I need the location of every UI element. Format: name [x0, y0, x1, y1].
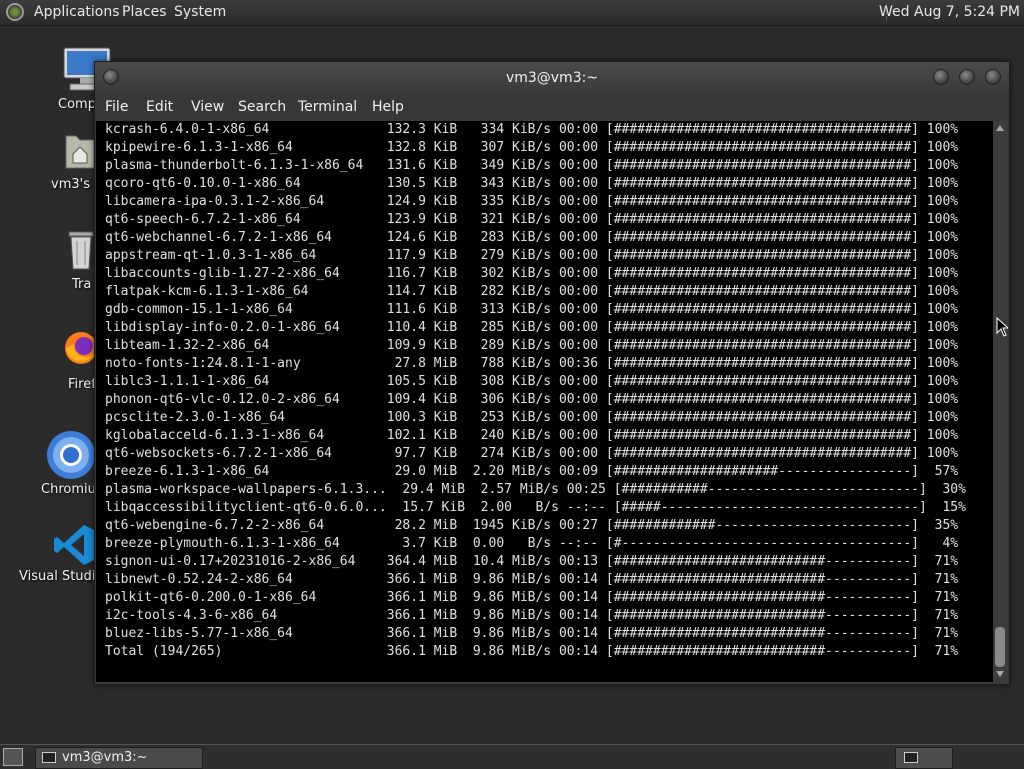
terminal-line: plasma-thunderbolt-6.1.3-1-x86_64 131.6 … — [105, 158, 959, 173]
minimize-button[interactable] — [933, 69, 949, 85]
terminal-line: kcrash-6.4.0-1-x86_64 132.3 KiB 334 KiB/… — [105, 122, 959, 137]
vscode-icon — [54, 525, 94, 565]
terminal-line: qt6-webchannel-6.7.2-1-x86_64 124.6 KiB … — [105, 230, 959, 245]
places-menu[interactable]: Places — [122, 4, 167, 20]
workspace-switcher[interactable] — [895, 747, 953, 769]
mouse-pointer-icon — [996, 317, 1008, 337]
terminal-line: kglobalacceld-6.1.3-1-x86_64 102.1 KiB 2… — [105, 428, 959, 443]
terminal-line: gdb-common-15.1-1-x86_64 111.6 KiB 313 K… — [105, 302, 959, 317]
terminal-lines: kcrash-6.4.0-1-x86_64 132.3 KiB 334 KiB/… — [105, 121, 966, 661]
terminal-line: liblc3-1.1.1-1-x86_64 105.5 KiB 308 KiB/… — [105, 374, 959, 389]
terminal-line: appstream-qt-1.0.3-1-x86_64 117.9 KiB 27… — [105, 248, 959, 263]
terminal-line: noto-fonts-1:24.8.1-1-any 27.8 MiB 788 K… — [105, 356, 959, 371]
terminal-line: pcsclite-2.3.0-1-x86_64 100.3 KiB 253 Ki… — [105, 410, 959, 425]
menu-file[interactable]: File — [105, 99, 128, 115]
terminal-line: bluez-libs-5.77-1-x86_64 366.1 MiB 9.86 … — [105, 626, 959, 641]
terminal-window: vm3@vm3:~ File Edit View Search Terminal… — [94, 61, 1010, 685]
taskbar-window-button[interactable]: vm3@vm3:~ — [35, 747, 203, 769]
terminal-icon — [42, 752, 56, 763]
taskbar-window-label: vm3@vm3:~ — [62, 750, 148, 765]
desktop-icon-label: Chromiu — [41, 482, 96, 497]
terminal-line: kpipewire-6.1.3-1-x86_64 132.8 KiB 307 K… — [105, 140, 959, 155]
desktop-icon-label: Comp — [58, 97, 96, 112]
terminal-line: Total (194/265) 366.1 MiB 9.86 MiB/s 00:… — [105, 644, 959, 659]
terminal-line: libdisplay-info-0.2.0-1-x86_64 110.4 KiB… — [105, 320, 959, 335]
terminal-line: phonon-qt6-vlc-0.12.0-2-x86_64 109.4 KiB… — [105, 392, 959, 407]
terminal-scrollbar[interactable] — [993, 121, 1007, 682]
workspace-window-icon — [904, 752, 918, 763]
maximize-button[interactable] — [959, 69, 975, 85]
desktop-icon-label: Tra — [72, 277, 92, 292]
terminal-line: libaccounts-glib-1.27-2-x86_64 116.7 KiB… — [105, 266, 959, 281]
terminal-line: qt6-webengine-6.7.2-2-x86_64 28.2 MiB 19… — [105, 518, 959, 533]
desktop-icon-label: Firef — [68, 377, 96, 392]
terminal-line: libqaccessibilityclient-qt6-0.6.0... 15.… — [105, 500, 966, 515]
menu-help[interactable]: Help — [372, 99, 404, 115]
show-desktop-icon[interactable] — [3, 748, 23, 766]
window-menubar: File Edit View Search Terminal Help — [95, 94, 1009, 121]
firefox-icon — [65, 332, 97, 364]
menu-terminal[interactable]: Terminal — [298, 99, 357, 115]
desktop-icon-label: Visual Studio — [19, 569, 104, 584]
terminal-line: libcamera-ipa-0.3.1-2-x86_64 124.9 KiB 3… — [105, 194, 959, 209]
terminal-line: qt6-speech-6.7.2-1-x86_64 123.9 KiB 321 … — [105, 212, 959, 227]
terminal-line: qcoro-qt6-0.10.0-1-x86_64 130.5 KiB 343 … — [105, 176, 959, 191]
distro-logo-icon[interactable] — [6, 3, 24, 21]
window-titlebar[interactable]: vm3@vm3:~ — [95, 62, 1009, 94]
terminal-line: libnewt-0.52.24-2-x86_64 366.1 MiB 9.86 … — [105, 572, 959, 587]
applications-menu[interactable]: Applications — [34, 4, 120, 20]
terminal-line: polkit-qt6-0.200.0-1-x86_64 366.1 MiB 9.… — [105, 590, 959, 605]
home-folder-icon — [65, 135, 95, 169]
close-button[interactable] — [985, 69, 1001, 85]
menu-edit[interactable]: Edit — [146, 99, 173, 115]
scroll-up-arrow-icon[interactable] — [996, 125, 1004, 131]
terminal-line: i2c-tools-4.3-6-x86_64 366.1 MiB 9.86 Mi… — [105, 608, 959, 623]
terminal-line: plasma-workspace-wallpapers-6.1.3... 29.… — [105, 482, 966, 497]
trash-icon — [68, 231, 94, 270]
terminal-line: signon-ui-0.17+20231016-2-x86_64 364.4 M… — [105, 554, 959, 569]
terminal-line: libteam-1.32-2-x86_64 109.9 KiB 289 KiB/… — [105, 338, 959, 353]
window-title: vm3@vm3:~ — [505, 70, 599, 86]
terminal-line: breeze-6.1.3-1-x86_64 29.0 MiB 2.20 MiB/… — [105, 464, 959, 479]
terminal-line: breeze-plymouth-6.1.3-1-x86_64 3.7 KiB 0… — [105, 536, 959, 551]
scrollbar-thumb[interactable] — [995, 627, 1005, 667]
clock[interactable]: Wed Aug 7, 5:24 PM — [879, 4, 1020, 20]
system-menu[interactable]: System — [174, 4, 226, 20]
bottom-panel: vm3@vm3:~ — [0, 744, 1024, 769]
top-panel: Applications Places System Wed Aug 7, 5:… — [0, 0, 1024, 26]
terminal-line: qt6-websockets-6.7.2-1-x86_64 97.7 KiB 2… — [105, 446, 959, 461]
terminal-output[interactable]: kcrash-6.4.0-1-x86_64 132.3 KiB 334 KiB/… — [96, 121, 993, 682]
chromium-icon — [47, 431, 95, 479]
menu-view[interactable]: View — [191, 99, 224, 115]
terminal-line: flatpak-kcm-6.1.3-1-x86_64 114.7 KiB 282… — [105, 284, 959, 299]
scroll-down-arrow-icon[interactable] — [996, 671, 1004, 677]
menu-search[interactable]: Search — [238, 99, 286, 115]
